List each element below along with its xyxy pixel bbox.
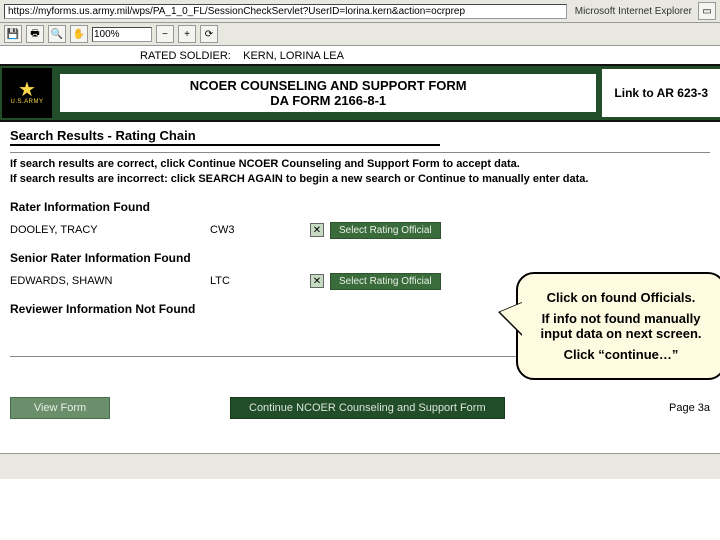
rater-checkbox[interactable]: ✕	[310, 223, 324, 237]
print-icon[interactable]: 🖶	[26, 25, 44, 43]
rater-rank: CW3	[210, 224, 310, 236]
rated-soldier-line: RATED SOLDIER: KERN, LORINA LEA	[0, 46, 720, 64]
rater-name: DOOLEY, TRACY	[10, 224, 210, 236]
footer-row: View Form Continue NCOER Counseling and …	[0, 387, 720, 423]
zoom-in-icon[interactable]: +	[178, 25, 196, 43]
rater-row: DOOLEY, TRACY CW3 ✕ Select Rating Offici…	[10, 222, 710, 239]
senior-rater-name: EDWARDS, SHAWN	[10, 275, 210, 287]
browser-name: Microsoft Internet Explorer	[567, 6, 692, 17]
rated-soldier-name: KERN, LORINA LEA	[243, 50, 344, 62]
select-rater-button[interactable]: Select Rating Official	[330, 222, 441, 239]
url-field[interactable]: https://myforms.us.army.mil/wps/PA_1_0_F…	[4, 4, 567, 19]
rated-soldier-label: RATED SOLDIER:	[140, 50, 231, 62]
header-right: Link to AR 623-3	[602, 69, 720, 117]
senior-rater-heading: Senior Rater Information Found	[10, 251, 710, 265]
rotate-icon[interactable]: ⟳	[200, 25, 218, 43]
status-tray	[0, 453, 720, 479]
usarmy-text: U.S.ARMY	[10, 99, 43, 105]
save-icon[interactable]: 💾	[4, 25, 22, 43]
instruction-line2: If search results are incorrect: click S…	[10, 172, 710, 187]
senior-rater-checkbox[interactable]: ✕	[310, 274, 324, 288]
ar-link[interactable]: Link to AR 623-3	[602, 86, 720, 100]
form-header: ★ U.S.ARMY NCOER COUNSELING AND SUPPORT …	[0, 64, 720, 122]
search-icon[interactable]: 🔍	[48, 25, 66, 43]
continue-button[interactable]: Continue NCOER Counseling and Support Fo…	[230, 397, 505, 419]
pdf-toolbar: 💾 🖶 🔍 ✋ − + ⟳	[0, 23, 720, 46]
callout-line1: Click on found Officials.	[530, 290, 712, 305]
instruction-line1: If search results are correct, click Con…	[10, 157, 710, 172]
section-title: Search Results - Rating Chain	[10, 128, 196, 145]
callout-line2: If info not found manually input data on…	[530, 311, 712, 341]
instructions: If search results are correct, click Con…	[10, 152, 710, 188]
star-icon: ★	[18, 81, 36, 99]
page-number: Page 3a	[669, 402, 710, 414]
hand-icon[interactable]: ✋	[70, 25, 88, 43]
content-area: Search Results - Rating Chain If search …	[0, 122, 720, 387]
select-senior-rater-button[interactable]: Select Rating Official	[330, 273, 441, 290]
army-logo: ★ U.S.ARMY	[2, 68, 52, 118]
form-title-block: NCOER COUNSELING AND SUPPORT FORM DA FOR…	[60, 74, 596, 112]
view-form-button[interactable]: View Form	[10, 397, 110, 419]
address-bar: https://myforms.us.army.mil/wps/PA_1_0_F…	[0, 0, 720, 23]
rater-heading: Rater Information Found	[10, 200, 710, 214]
instruction-callout: Click on found Officials. If info not fo…	[516, 272, 720, 380]
form-title-line1: NCOER COUNSELING AND SUPPORT FORM	[60, 78, 596, 93]
form-title-line2: DA FORM 2166-8-1	[60, 93, 596, 108]
zoom-out-icon[interactable]: −	[156, 25, 174, 43]
window-restore-icon[interactable]: ▭	[698, 2, 716, 20]
senior-rater-rank: LTC	[210, 275, 310, 287]
callout-line3: Click “continue…”	[530, 347, 712, 362]
zoom-level[interactable]	[92, 27, 152, 42]
